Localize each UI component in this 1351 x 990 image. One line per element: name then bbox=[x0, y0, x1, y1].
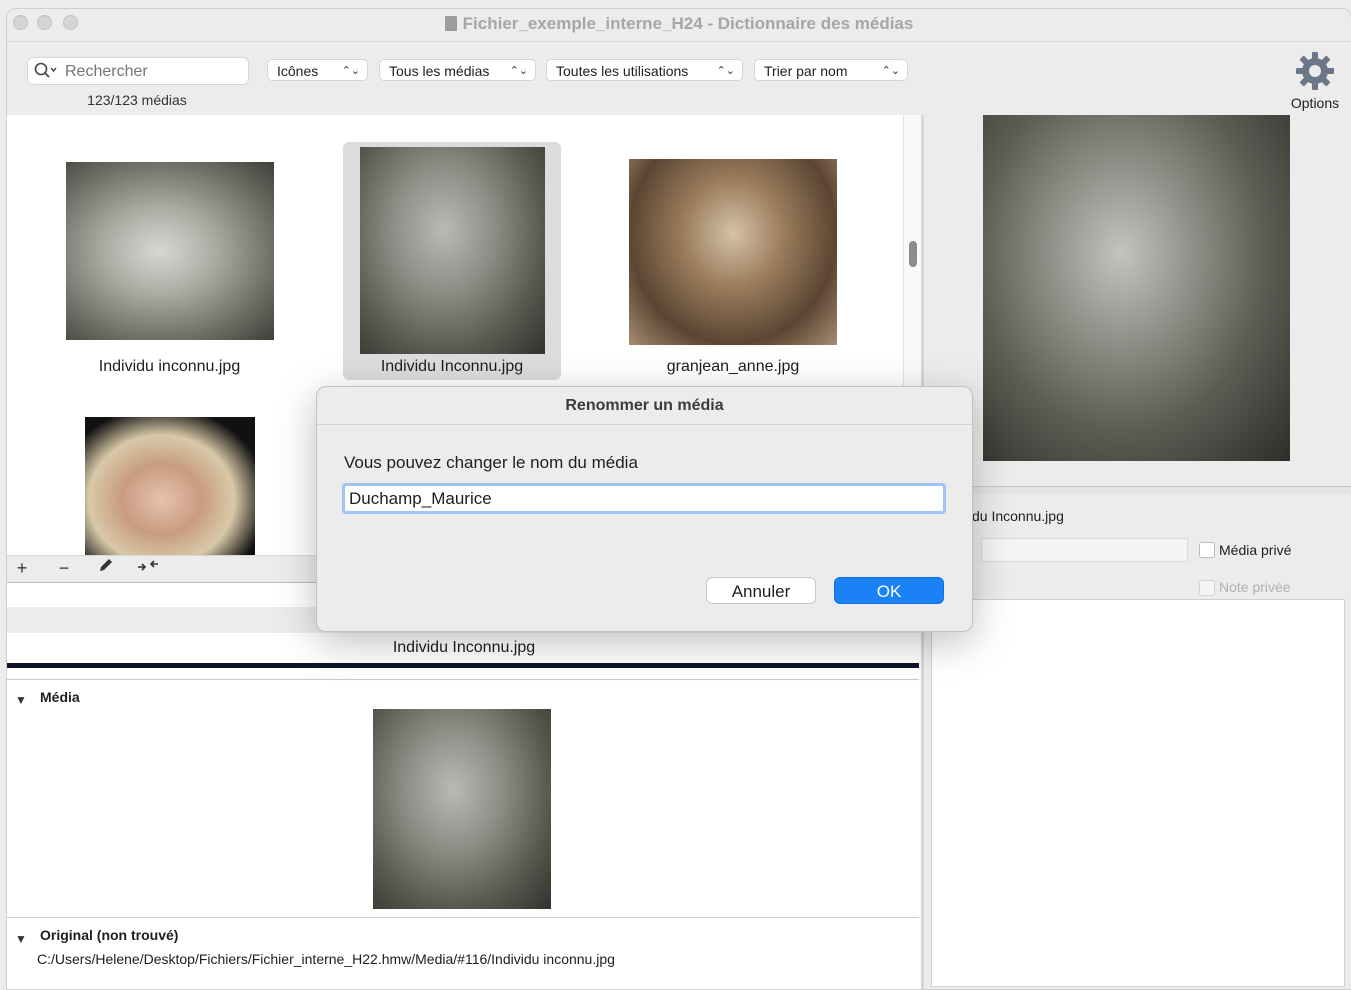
photo-image bbox=[629, 159, 837, 345]
window-title-text: Fichier_exemple_interne_H24 - Dictionnai… bbox=[462, 14, 914, 33]
progress-divider bbox=[7, 663, 919, 668]
updown-arrows-icon: ⌃⌄ bbox=[509, 65, 528, 77]
media-filter-value: Tous les médias bbox=[389, 63, 490, 79]
remove-media-button[interactable]: − bbox=[53, 558, 75, 578]
edit-media-button[interactable] bbox=[95, 558, 117, 578]
disclosure-triangle-icon[interactable]: ▼ bbox=[15, 932, 27, 946]
media-date-field[interactable] bbox=[981, 538, 1188, 562]
disclosure-triangle-icon[interactable]: ▼ bbox=[15, 693, 27, 707]
dialog-message: Vous pouvez changer le nom du média bbox=[344, 453, 638, 472]
merge-arrows-icon bbox=[138, 560, 158, 571]
scrollbar-thumb[interactable] bbox=[909, 241, 917, 267]
options-button[interactable]: Options bbox=[1287, 50, 1343, 111]
divider bbox=[7, 917, 919, 918]
media-thumbnail[interactable]: granjean_anne.jpg bbox=[613, 135, 853, 375]
dialog-title: Renommer un média bbox=[317, 387, 972, 425]
large-photo-image bbox=[983, 115, 1290, 461]
updown-arrows-icon: ⌃⌄ bbox=[341, 65, 360, 77]
media-detail-pane: Individu Inconnu.jpg ▼ Média ▼ Original … bbox=[7, 583, 921, 989]
selected-media-name: Individu Inconnu.jpg bbox=[392, 639, 536, 656]
view-mode-select[interactable]: Icônes ⌃⌄ bbox=[267, 59, 368, 81]
media-properties-pane: du Inconnu.jpg Média privé Note privée bbox=[924, 494, 1351, 989]
sort-select[interactable]: Trier par nom ⌃⌄ bbox=[754, 59, 908, 81]
merge-media-button[interactable] bbox=[137, 558, 159, 578]
view-mode-value: Icônes bbox=[277, 63, 319, 79]
thumbnail-caption: Individu Inconnu.jpg bbox=[380, 358, 524, 375]
search-field[interactable] bbox=[27, 57, 249, 85]
photo-image bbox=[85, 417, 255, 555]
media-filter-select[interactable]: Tous les médias ⌃⌄ bbox=[379, 59, 536, 81]
media-thumbnail[interactable]: Individu inconnu.jpg bbox=[47, 135, 292, 375]
usage-filter-value: Toutes les utilisations bbox=[556, 63, 689, 79]
photo-image bbox=[360, 147, 545, 354]
add-media-button[interactable]: + bbox=[11, 558, 33, 578]
search-icon[interactable] bbox=[34, 62, 60, 80]
note-text-area[interactable] bbox=[931, 599, 1345, 987]
cancel-button[interactable]: Annuler bbox=[706, 577, 816, 604]
private-media-checkbox[interactable] bbox=[1199, 542, 1215, 558]
private-media-label: Média privé bbox=[1219, 542, 1292, 558]
media-large-preview bbox=[924, 115, 1351, 489]
toolbar: 123/123 médias Icônes ⌃⌄ Tous les médias… bbox=[7, 41, 1351, 116]
sort-value: Trier par nom bbox=[764, 63, 848, 79]
rename-media-dialog: Renommer un média Vous pouvez changer le… bbox=[316, 386, 973, 632]
media-thumbnail[interactable] bbox=[47, 405, 292, 555]
original-path: C:/Users/Helene/Desktop/Fichiers/Fichier… bbox=[37, 951, 615, 967]
search-input[interactable] bbox=[63, 61, 242, 83]
private-note-checkbox[interactable] bbox=[1199, 580, 1215, 596]
thumbnail-caption: Individu inconnu.jpg bbox=[98, 358, 241, 375]
usage-filter-select[interactable]: Toutes les utilisations ⌃⌄ bbox=[546, 59, 743, 81]
media-name-input[interactable] bbox=[342, 483, 946, 514]
thumbnail-caption: granjean_anne.jpg bbox=[666, 358, 800, 375]
original-section-label: Original (non trouvé) bbox=[40, 927, 179, 943]
private-note-label: Note privée bbox=[1219, 579, 1291, 595]
pencil-icon bbox=[100, 559, 112, 571]
media-name-partial: du Inconnu.jpg bbox=[972, 508, 1064, 524]
updown-arrows-icon: ⌃⌄ bbox=[881, 65, 900, 77]
window-title: Fichier_exemple_interne_H24 - Dictionnai… bbox=[7, 14, 1351, 34]
title-bar: Fichier_exemple_interne_H24 - Dictionnai… bbox=[7, 9, 1351, 41]
updown-arrows-icon: ⌃⌄ bbox=[716, 65, 735, 77]
gear-icon bbox=[1296, 52, 1334, 90]
media-preview-image bbox=[373, 709, 551, 909]
ok-button[interactable]: OK bbox=[834, 577, 944, 604]
media-section-label: Média bbox=[40, 689, 80, 705]
media-thumbnail-selected[interactable]: Individu Inconnu.jpg bbox=[343, 142, 561, 380]
document-icon bbox=[444, 16, 457, 31]
options-label: Options bbox=[1290, 95, 1340, 111]
divider bbox=[7, 679, 919, 680]
media-count: 123/123 médias bbox=[87, 92, 187, 108]
photo-image bbox=[66, 162, 274, 340]
